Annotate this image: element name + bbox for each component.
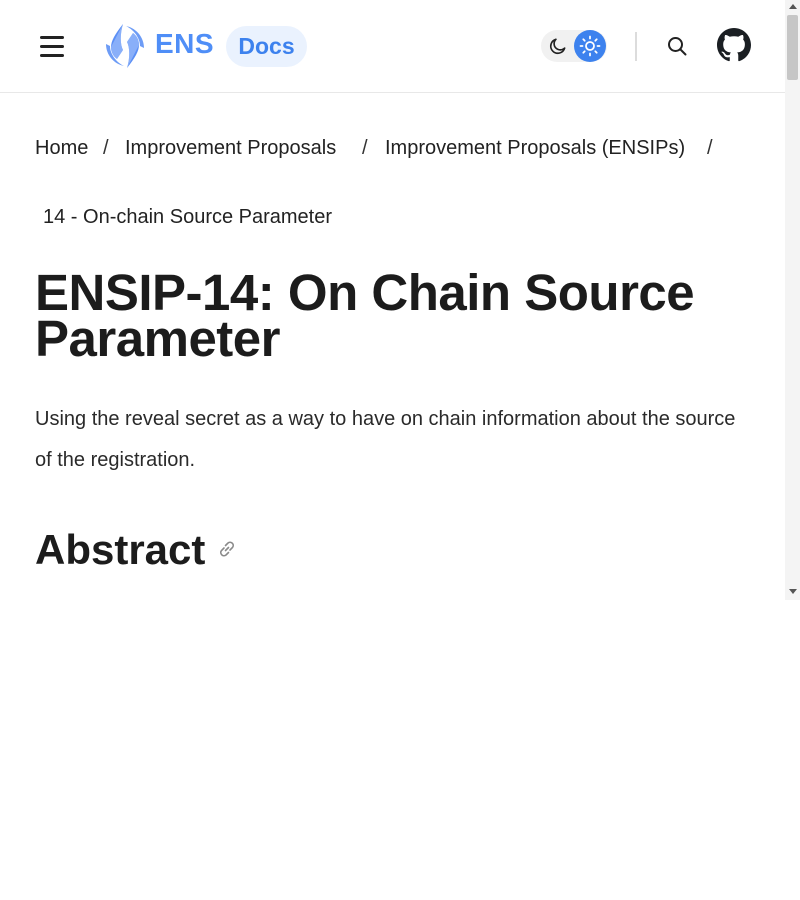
breadcrumb-separator: / [362,137,368,159]
docs-page-viewport: ENS Docs Home / Improvement Proposals / … [0,0,785,600]
hamburger-menu-button[interactable] [39,34,65,58]
breadcrumb-separator: / [103,137,109,159]
sun-icon [579,35,601,57]
breadcrumb-improvement-proposals-link[interactable]: Improvement Proposals [125,132,336,164]
moon-icon[interactable] [548,36,568,56]
light-mode-button[interactable] [574,30,606,62]
vertical-scrollbar[interactable] [785,0,800,600]
ens-logo-icon[interactable] [102,22,148,70]
menu-icon-bar [40,36,64,39]
scroll-up-arrow-icon[interactable] [789,4,797,9]
github-icon[interactable] [717,28,751,62]
theme-toggle[interactable] [541,30,607,62]
docs-badge[interactable]: Docs [226,26,307,67]
brand-name[interactable]: ENS [155,28,214,60]
menu-icon-bar [40,45,64,48]
scroll-down-arrow-icon[interactable] [789,589,797,594]
breadcrumb-separator: / [707,137,713,159]
search-icon[interactable] [666,35,688,57]
link-icon[interactable] [216,538,238,560]
page-description: Using the reveal secret as a way to have… [35,408,736,471]
header-divider [635,32,637,61]
menu-icon-bar [40,54,64,57]
page-title: ENSIP-14: On Chain Source Parameter [35,264,695,367]
breadcrumb-ensips-link[interactable]: Improvement Proposals (ENSIPs) [385,132,685,164]
breadcrumb-current-page: 14 - On-chain Source Parameter [43,206,333,228]
top-navbar: ENS Docs [0,0,785,93]
scrollbar-thumb[interactable] [787,15,798,80]
breadcrumb-home-link[interactable]: Home [35,132,88,164]
section-heading-abstract: Abstract [35,526,206,573]
